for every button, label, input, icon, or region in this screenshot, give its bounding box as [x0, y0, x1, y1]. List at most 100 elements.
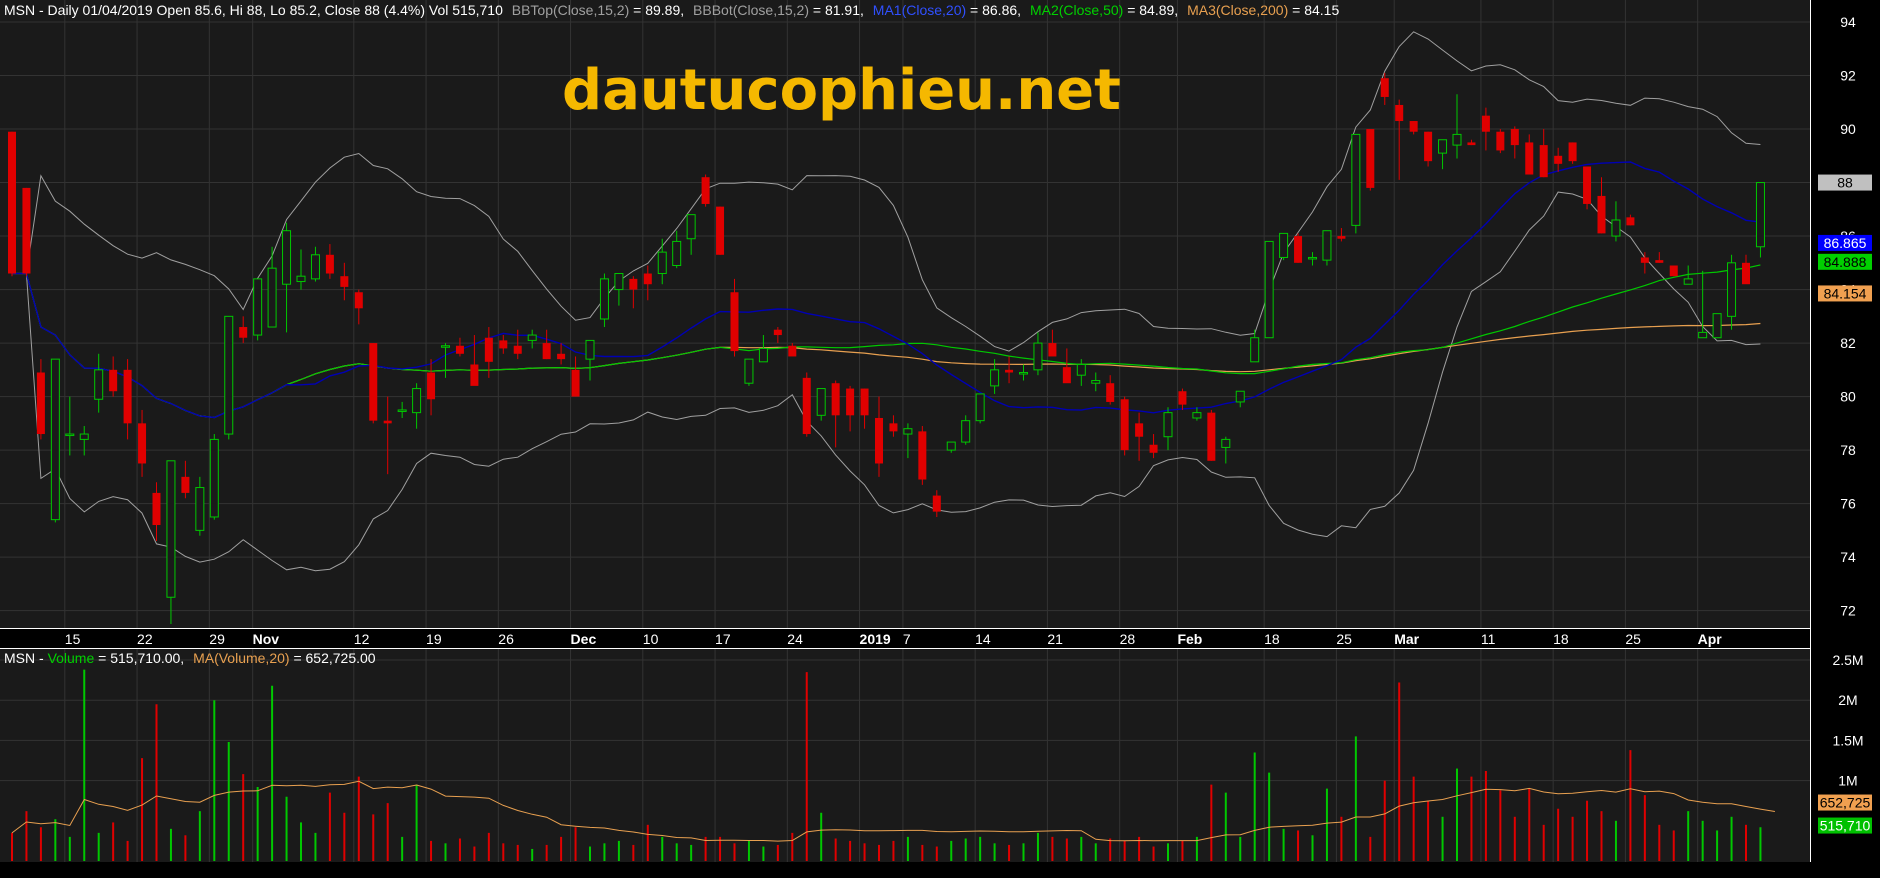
price-tick-label: 82	[1840, 335, 1856, 351]
candle-body	[1438, 139, 1448, 154]
time-tick-label: 18	[1553, 631, 1569, 647]
time-tick-label: 24	[787, 631, 803, 647]
candle-body	[1163, 412, 1173, 438]
time-tick-label: 2019	[860, 631, 891, 647]
candle-body	[1351, 133, 1361, 226]
time-tick-label: 10	[643, 631, 659, 647]
price-tick-label: 72	[1840, 603, 1856, 619]
candle-body	[1380, 78, 1389, 97]
ma2-tag: 84.888	[1824, 254, 1867, 270]
volume-tick-label: 2.5M	[1832, 652, 1863, 668]
candle-body	[1221, 438, 1231, 448]
candle-body	[325, 254, 334, 274]
candle-body	[1452, 133, 1462, 146]
candle-body	[79, 433, 89, 440]
time-tick-label: 14	[975, 631, 991, 647]
candle-body	[1409, 121, 1418, 132]
volume-ma-tag: 652,725	[1820, 795, 1871, 811]
price-tick-label: 76	[1840, 496, 1856, 512]
price-header: MSN - Daily 01/04/2019 Open 85.6, Hi 88,…	[4, 2, 1339, 18]
time-tick-label: 7	[903, 631, 911, 647]
candle-body	[209, 438, 219, 518]
candle-body	[1207, 412, 1216, 461]
candle-body	[8, 131, 16, 274]
candle-body	[282, 230, 292, 285]
candle-body	[455, 345, 464, 354]
candle-body	[1337, 236, 1346, 239]
candle-body	[1091, 380, 1101, 384]
ma3-tag: 84.154	[1824, 285, 1867, 301]
time-tick-label: Nov	[253, 631, 280, 647]
candle-body	[383, 420, 392, 424]
candle-body	[557, 353, 566, 360]
candle-body	[1669, 265, 1678, 277]
candle-body	[1424, 131, 1433, 162]
candle-body	[788, 345, 797, 357]
price-tick-label: 94	[1840, 14, 1856, 30]
candle-body	[195, 487, 205, 531]
candle-body	[816, 388, 826, 416]
candle-body	[1481, 115, 1490, 132]
candle-body	[1626, 217, 1635, 226]
time-tick-label: 15	[65, 631, 81, 647]
candle-body	[831, 383, 840, 416]
candle-body	[686, 214, 696, 240]
candle-body	[1655, 260, 1664, 263]
candle-body	[1525, 142, 1534, 175]
candle-body	[1235, 390, 1245, 403]
candle-body	[36, 372, 45, 435]
candle-body	[138, 423, 147, 464]
candle-body	[1062, 367, 1071, 384]
time-tick-label: 26	[498, 631, 514, 647]
candle-body	[1264, 240, 1274, 339]
candle-body	[1539, 145, 1548, 178]
candle-body	[1597, 195, 1606, 234]
candle-body	[975, 393, 985, 422]
candle-body	[1510, 129, 1519, 146]
candle-body	[397, 409, 407, 412]
candle-body	[527, 334, 537, 341]
candle-body	[773, 329, 782, 336]
candle-body	[224, 315, 234, 435]
candle-body	[1135, 423, 1144, 437]
candle-body	[918, 431, 927, 480]
candle-body	[239, 327, 248, 338]
candle-body	[340, 276, 349, 287]
time-tick-label: 21	[1047, 631, 1063, 647]
candle-body	[744, 358, 754, 384]
price-tick-label: 92	[1840, 68, 1856, 84]
time-tick-label: Dec	[571, 631, 597, 647]
candle-body	[470, 364, 479, 386]
candle-body	[903, 428, 913, 435]
candle-body	[1742, 262, 1750, 285]
candle-body	[123, 369, 132, 424]
candle-body	[802, 377, 811, 435]
candle-body	[1611, 219, 1621, 237]
candle-body	[109, 369, 118, 392]
candle-body	[657, 251, 667, 275]
time-tick-label: 22	[137, 631, 153, 647]
candle-body	[1322, 230, 1332, 261]
time-tick-label: 19	[426, 631, 442, 647]
candle-body	[875, 417, 883, 464]
candle-body	[310, 254, 320, 280]
candle-body	[932, 495, 941, 512]
price-tick-label: 90	[1840, 121, 1856, 137]
candle-body	[1727, 262, 1737, 317]
time-tick-label: 12	[354, 631, 370, 647]
candle-body	[990, 369, 1000, 387]
candle-body	[513, 345, 522, 354]
candle-body	[672, 240, 682, 266]
close-tag: 88	[1837, 175, 1853, 191]
candle-body	[1395, 104, 1404, 122]
candle-body	[1683, 278, 1693, 285]
watermark: dautucophieu.net	[562, 58, 1121, 123]
candle-body	[1698, 331, 1708, 339]
candle-body	[1496, 131, 1505, 151]
volume-tick-label: 2M	[1838, 692, 1857, 708]
candle-body	[643, 273, 652, 285]
candle-body	[267, 267, 277, 328]
candle-body	[65, 433, 75, 437]
candle-body	[585, 339, 595, 360]
candle-body	[542, 343, 551, 360]
